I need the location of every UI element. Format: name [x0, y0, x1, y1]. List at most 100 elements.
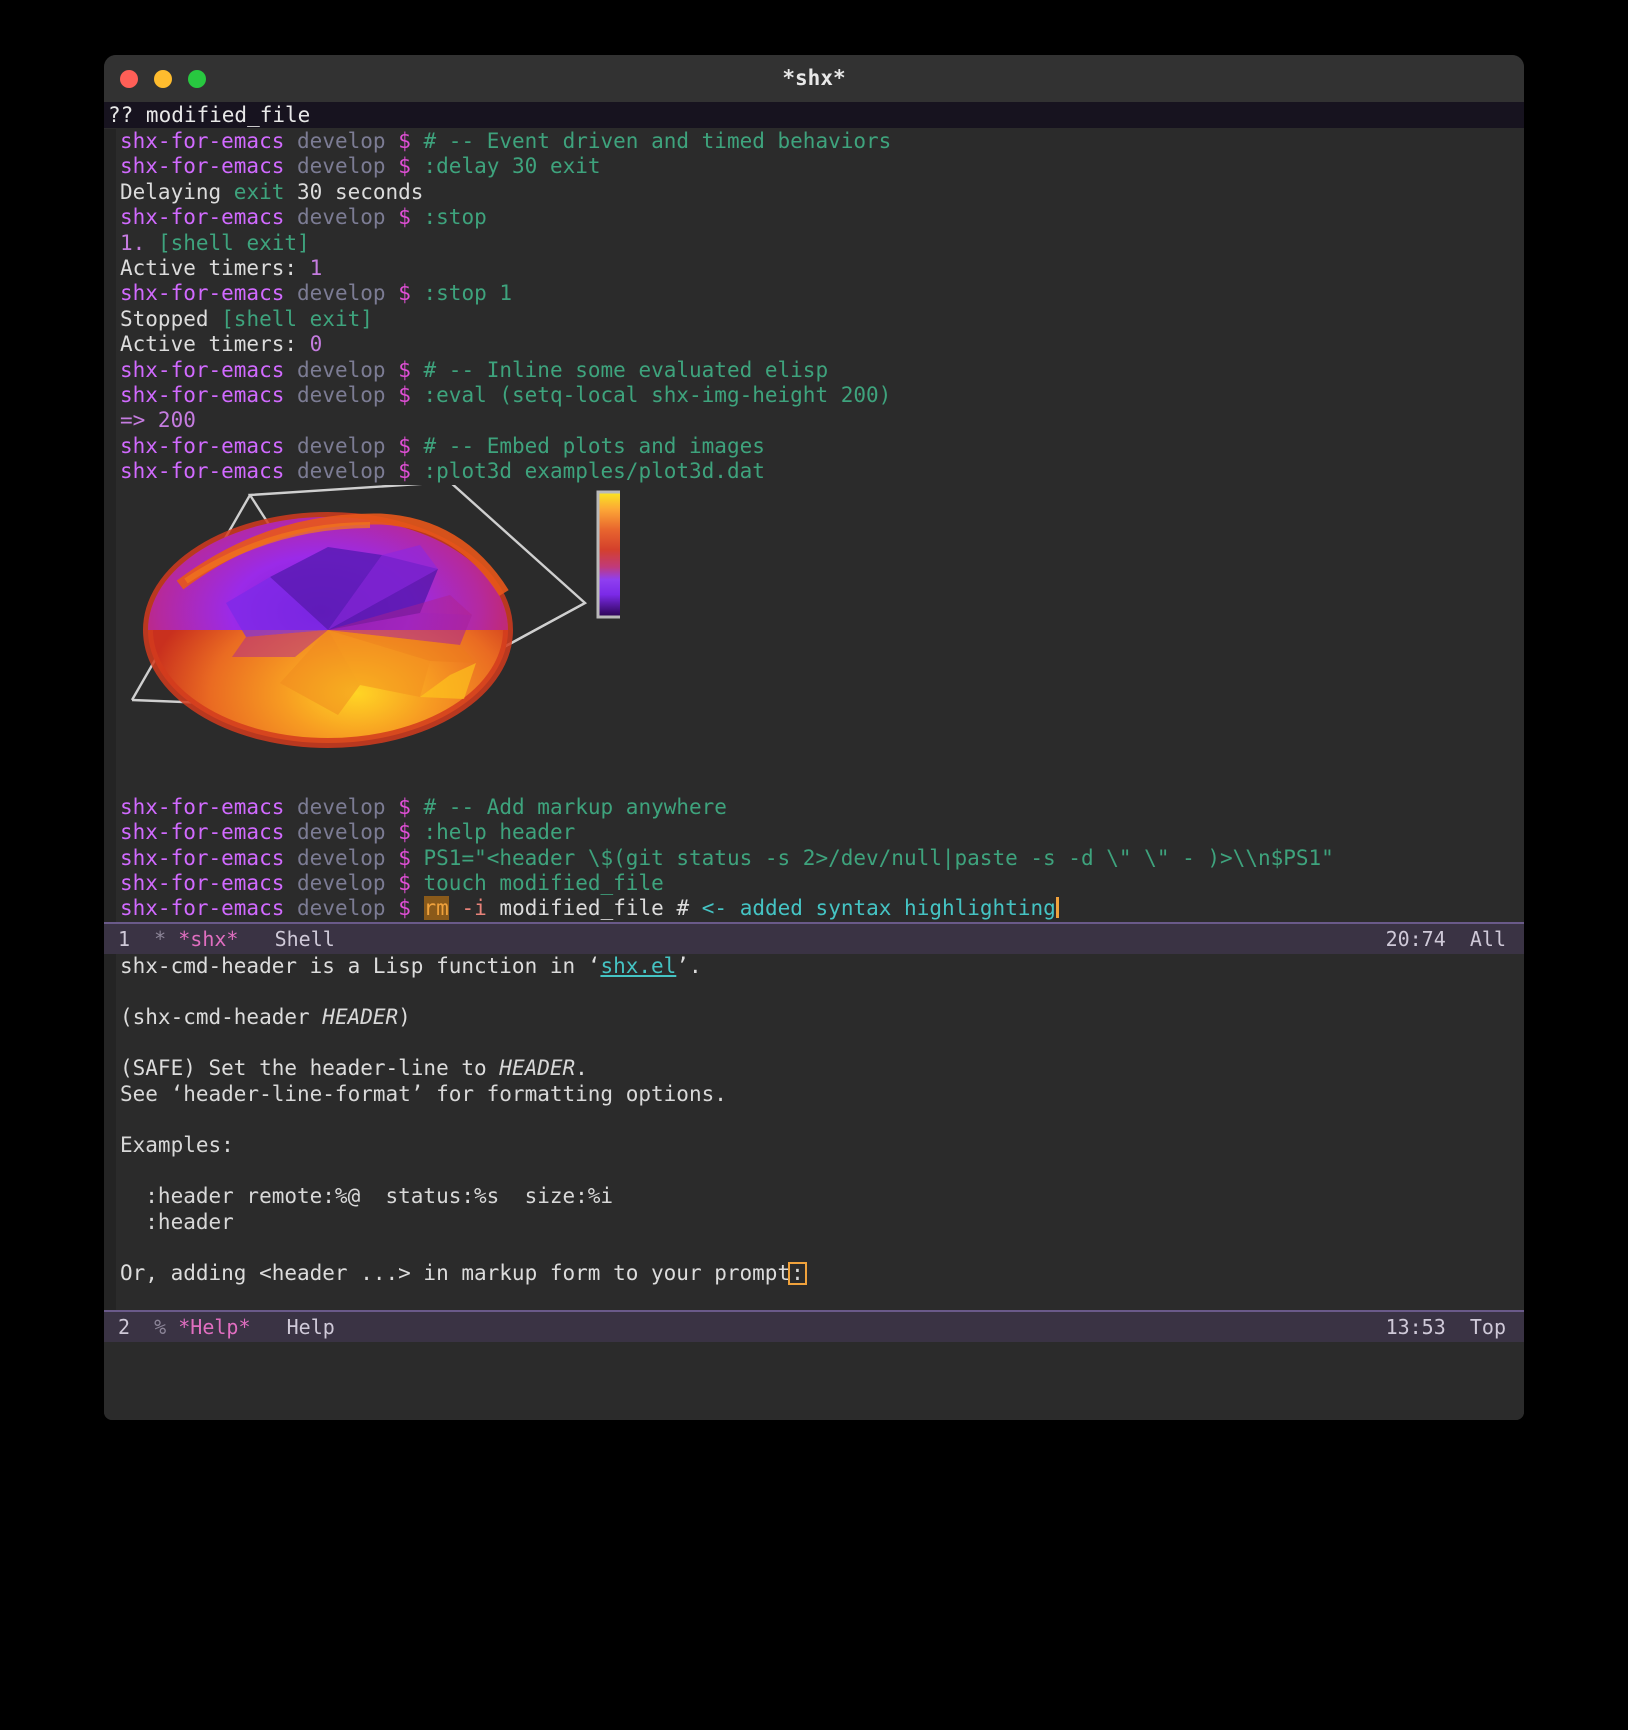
shell-line: shx-for-emacs develop $ touch modified_f… [104, 871, 1524, 896]
modeline-shell-right: 20:74 All [1386, 924, 1506, 954]
prompt-sigil: $ [398, 205, 411, 230]
prompt-branch: develop [297, 459, 386, 484]
help-line [104, 1107, 1524, 1133]
prompt-host: shx-for-emacs [120, 433, 285, 458]
prompt-host: shx-for-emacs [120, 870, 285, 895]
prompt-host: shx-for-emacs [120, 129, 285, 153]
shell-command: # -- Embed plots and images [423, 433, 765, 458]
help-line [104, 1158, 1524, 1184]
prompt-host: shx-for-emacs [120, 896, 285, 921]
buffer-flags: % [154, 1314, 167, 1339]
prompt-host: shx-for-emacs [120, 820, 285, 845]
shell-command: PS1="<header \$(git status -s 2>/dev/nul… [423, 845, 1334, 870]
plot3d-image[interactable] [120, 480, 630, 785]
help-line: shx-cmd-header is a Lisp function in ‘sh… [120, 953, 702, 978]
shell-input-line[interactable]: shx-for-emacs develop $ rm -i modified_f… [104, 896, 1524, 921]
prompt-sigil: $ [398, 129, 411, 153]
prompt-branch: develop [297, 205, 386, 230]
prompt-branch: develop [297, 820, 386, 845]
emacs-frame: ?? modified_file shx-for-emacs develop $… [104, 102, 1524, 1420]
comment-hash: # [676, 896, 690, 921]
scroll-indicator: Top [1469, 1314, 1506, 1339]
header-line: ?? modified_file [104, 102, 1524, 129]
prompt-host: shx-for-emacs [120, 383, 285, 408]
help-line [104, 979, 1524, 1005]
help-signature-arg: HEADER [499, 1056, 576, 1081]
shell-line: shx-for-emacs develop $ PS1="<header \$(… [104, 846, 1524, 871]
hollow-text-cursor: : [788, 1261, 807, 1285]
prompt-branch: develop [297, 794, 386, 819]
prompt-sigil: $ [398, 281, 411, 306]
modeline-shell[interactable]: 1 * *shx* Shell 20:74 All [104, 921, 1524, 954]
prompt-branch: develop [297, 845, 386, 870]
help-line: See ‘header-line-format’ for formatting … [120, 1081, 727, 1106]
prompt-branch: develop [297, 154, 386, 179]
shell-line: shx-for-emacs develop $ # -- Embed plots… [104, 434, 1524, 459]
shell-line: shx-for-emacs develop $ :plot3d examples… [104, 459, 1524, 484]
prompt-host: shx-for-emacs [120, 205, 285, 230]
shell-output: Stopped [shell exit] [120, 306, 373, 331]
prompt-branch: develop [297, 129, 386, 153]
help-buffer[interactable]: shx-cmd-header is a Lisp function in ‘sh… [104, 953, 1524, 1310]
modeline-shell-left: 1 * *shx* Shell [118, 924, 335, 954]
buffer-name: *shx* [178, 926, 239, 951]
help-line [104, 1031, 1524, 1057]
shell-command: # -- Inline some evaluated elisp [423, 357, 829, 382]
help-line: Or, adding <header ...> in markup form t… [104, 1261, 1524, 1287]
shell-line: shx-for-emacs develop $ :delay 30 exit [104, 154, 1524, 179]
frame-bottom-pad [104, 1341, 1524, 1382]
buffer-name: *Help* [178, 1314, 251, 1339]
shell-command: # -- Event driven and timed behaviors [423, 129, 892, 153]
prompt-sigil: $ [398, 357, 411, 382]
major-mode: Help [286, 1314, 335, 1339]
prompt-sigil: $ [398, 896, 411, 921]
prompt-sigil: $ [398, 820, 411, 845]
buffer-flags: * [154, 926, 167, 951]
plot-colorbar [596, 490, 630, 619]
prompt-branch: develop [297, 870, 386, 895]
shell-line: shx-for-emacs develop $ :help header [104, 820, 1524, 845]
shx-el-link[interactable]: shx.el [600, 954, 676, 978]
shell-command: :plot3d examples/plot3d.dat [423, 459, 765, 484]
help-signature-arg: HEADER [322, 1004, 399, 1029]
prompt-sigil: $ [398, 870, 411, 895]
prompt-branch: develop [297, 357, 386, 382]
scroll-indicator: All [1469, 926, 1506, 951]
text-cursor [1055, 897, 1059, 919]
command-arg: modified_file [499, 896, 664, 921]
prompt-sigil: $ [398, 459, 411, 484]
shell-output: => 200 [104, 408, 1524, 433]
prompt-branch: develop [297, 281, 386, 306]
modeline-help-right: 13:53 Top [1386, 1312, 1506, 1342]
help-line: :header remote:%@ status:%s size:%i [120, 1184, 614, 1209]
prompt-sigil: $ [398, 433, 411, 458]
prompt-host: shx-for-emacs [120, 794, 285, 819]
modeline-help[interactable]: 2 % *Help* Help 13:53 Top [104, 1309, 1524, 1342]
plot-surface [143, 511, 513, 748]
eval-result: => 200 [120, 408, 196, 433]
window-number: 2 [118, 1314, 131, 1339]
shell-command: :eval (setq-local shx-img-height 200) [423, 383, 892, 408]
shell-command: # -- Add markup anywhere [423, 794, 727, 819]
command-flag: -i [461, 896, 487, 921]
help-line: :header [120, 1209, 234, 1234]
shell-line: shx-for-emacs develop $ :eval (setq-loca… [104, 383, 1524, 408]
prompt-sigil: $ [398, 794, 411, 819]
shell-output: Delaying exit 30 seconds [120, 179, 424, 204]
prompt-sigil: $ [398, 845, 411, 870]
shell-output: Active timers: 1 [120, 256, 323, 281]
cursor-position: 13:53 [1385, 1314, 1446, 1339]
prompt-host: shx-for-emacs [120, 357, 285, 382]
prompt-branch: develop [297, 433, 386, 458]
window-titlebar: *shx* [104, 55, 1524, 102]
command-comment: <- added syntax highlighting [701, 896, 1056, 921]
prompt-sigil: $ [398, 383, 411, 408]
shell-line: shx-for-emacs develop $ # -- Inline some… [104, 358, 1524, 383]
shell-buffer[interactable]: shx-for-emacs develop $ # -- Event drive… [104, 129, 1524, 922]
prompt-host: shx-for-emacs [120, 459, 285, 484]
help-line: (SAFE) Set the header-line to HEADER. [120, 1056, 588, 1081]
command-executable: rm [423, 896, 449, 921]
help-line: (shx-cmd-header HEADER) [120, 1004, 411, 1029]
shell-command: touch modified_file [423, 870, 664, 895]
modeline-help-left: 2 % *Help* Help [118, 1312, 335, 1342]
